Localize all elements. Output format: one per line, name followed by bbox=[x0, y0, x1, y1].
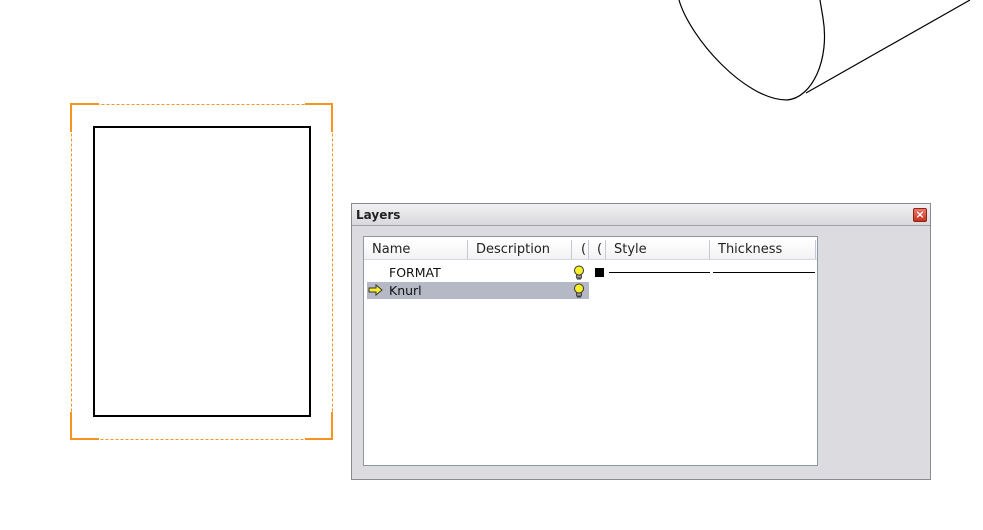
layer-name: Knurl bbox=[389, 283, 422, 298]
layers-list-header: Name Description ( ( Style Thickness bbox=[364, 240, 817, 260]
cylinder-end-arc[interactable] bbox=[678, 0, 826, 101]
drawing-canvas[interactable]: Layers × Name Description ( ( Style Thic… bbox=[0, 0, 983, 530]
selection-boundary bbox=[71, 104, 333, 440]
layer-row-format[interactable]: FORMAT bbox=[367, 264, 817, 281]
cylinder-side-line[interactable] bbox=[805, 0, 971, 94]
column-header-description[interactable]: Description bbox=[468, 240, 572, 259]
layer-color-swatch[interactable] bbox=[595, 268, 604, 277]
column-header-style[interactable]: Style bbox=[606, 240, 710, 259]
format-frame[interactable] bbox=[93, 126, 311, 417]
lightbulb-icon[interactable] bbox=[573, 265, 585, 280]
close-button[interactable]: × bbox=[913, 208, 927, 222]
layer-style-line[interactable] bbox=[609, 272, 710, 273]
column-header-name[interactable]: Name bbox=[364, 240, 468, 259]
layers-list[interactable]: Name Description ( ( Style Thickness FOR… bbox=[363, 236, 818, 466]
dialog-titlebar[interactable]: Layers × bbox=[352, 204, 930, 226]
lightbulb-icon[interactable] bbox=[573, 283, 585, 298]
column-header-color[interactable]: ( bbox=[589, 240, 606, 259]
layer-thickness-line[interactable] bbox=[713, 272, 815, 273]
column-header-visible[interactable]: ( bbox=[572, 240, 589, 259]
layers-dialog: Layers × Name Description ( ( Style Thic… bbox=[351, 203, 931, 480]
layer-row-knurl[interactable]: Knurl bbox=[367, 282, 817, 299]
dialog-title: Layers bbox=[356, 208, 401, 222]
layer-name: FORMAT bbox=[389, 265, 441, 280]
active-layer-arrow-icon bbox=[368, 284, 383, 296]
column-header-thickness[interactable]: Thickness bbox=[710, 240, 816, 259]
